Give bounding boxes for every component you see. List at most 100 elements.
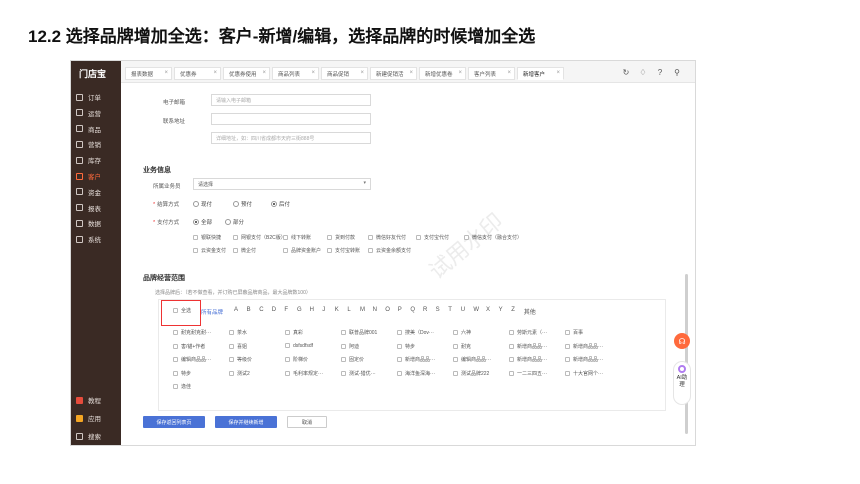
brand-checkbox[interactable]: 新增商品品··· — [509, 356, 547, 363]
payment-radio-1[interactable]: 部分 — [225, 218, 244, 226]
brand-checkbox[interactable]: 茶水 — [229, 329, 247, 336]
letter-filter[interactable]: P — [398, 307, 402, 313]
sidebar-item-5[interactable]: 客户 — [76, 169, 101, 183]
brand-checkbox[interactable]: 耐克耐克耐··· — [173, 329, 211, 336]
letter-filter[interactable]: A — [234, 307, 238, 313]
brand-checkbox[interactable]: 百事 — [565, 329, 583, 336]
letter-filter[interactable]: J — [322, 307, 325, 313]
brand-checkbox[interactable]: 测试2 — [229, 370, 250, 377]
brand-checkbox[interactable]: 真彩 — [285, 329, 303, 336]
settlement-radio-1[interactable]: 预付 — [233, 200, 252, 208]
letter-filter[interactable]: B — [247, 307, 251, 313]
brand-checkbox[interactable]: 一二三四五··· — [509, 370, 547, 377]
close-icon[interactable]: × — [164, 70, 168, 76]
brand-checkbox[interactable]: dsfsdfsdf — [285, 343, 313, 349]
sidebar-item-2[interactable]: 商品 — [76, 122, 101, 136]
settlement-radio-0[interactable]: 现付 — [193, 200, 212, 208]
sidebar-item-6[interactable]: 资金 — [76, 185, 101, 199]
brand-checkbox[interactable]: 特步 — [173, 370, 191, 377]
letter-filter[interactable]: O — [385, 307, 390, 313]
close-icon[interactable]: × — [458, 70, 462, 76]
brand-checkbox[interactable]: 逸佳 — [173, 383, 191, 390]
tab-3[interactable]: 商品列表 × — [272, 67, 319, 80]
tab-1[interactable]: 优惠券 × — [174, 67, 221, 80]
letter-filter[interactable]: C — [259, 307, 263, 313]
close-icon[interactable]: × — [311, 70, 315, 76]
ai-assistant-button[interactable]: AI助理 — [673, 361, 691, 405]
sidebar-item-0[interactable]: 订单 — [76, 90, 101, 104]
sidebar-item-9[interactable]: 系统 — [76, 232, 101, 246]
tab-4[interactable]: 商品促销 × — [321, 67, 368, 80]
brand-checkbox[interactable]: 编辑商品品··· — [453, 356, 491, 363]
payment-method-checkbox[interactable]: 微信好友代付 — [368, 234, 406, 241]
payment-method-checkbox[interactable]: 品牌资金账户 — [283, 247, 321, 254]
payment-method-checkbox[interactable]: 云资金支付 — [193, 247, 226, 254]
payment-method-checkbox[interactable]: 货到付款 — [327, 234, 355, 241]
brand-checkbox[interactable]: 新增商品品··· — [565, 356, 603, 363]
letter-filter[interactable]: L — [347, 307, 350, 313]
letter-filter[interactable]: Q — [410, 307, 415, 313]
sidebar-item-4[interactable]: 库存 — [76, 153, 101, 167]
address-detail-field[interactable]: 详细地址，如：四川省成都市天府三街888号 — [211, 132, 371, 144]
letter-filter[interactable]: 其他 — [524, 307, 536, 316]
brand-checkbox[interactable]: 测试品牌222 — [453, 370, 489, 377]
brand-checkbox[interactable]: 六神 — [453, 329, 471, 336]
letter-filter[interactable]: D — [272, 307, 276, 313]
sidebar-item-8[interactable]: 数据 — [76, 216, 101, 230]
bell-icon[interactable]: ♢ — [639, 69, 647, 77]
help-icon[interactable]: ? — [656, 69, 664, 77]
brand-checkbox[interactable]: 测试-猎优··· — [341, 370, 376, 377]
settlement-radio-2[interactable]: 后付 — [271, 200, 290, 208]
brand-checkbox[interactable]: 编辑商品品··· — [173, 356, 211, 363]
letter-filter[interactable]: R — [423, 307, 427, 313]
sidebar-item-3[interactable]: 营销 — [76, 137, 101, 151]
tab-2[interactable]: 优惠券使用 × — [223, 67, 270, 80]
brand-checkbox[interactable]: 劳斯元素（··· — [509, 329, 547, 336]
tab-7[interactable]: 客户列表 × — [468, 67, 515, 80]
brand-checkbox[interactable]: 联普品牌001 — [341, 329, 377, 336]
tab-0[interactable]: 报表数据 × — [125, 67, 172, 80]
brand-checkbox[interactable]: 新增商品品··· — [565, 343, 603, 350]
brand-checkbox[interactable]: 新增商品品··· — [397, 356, 435, 363]
email-field[interactable]: 请输入电子邮箱 — [211, 94, 371, 106]
brand-checkbox[interactable]: 等级价 — [229, 356, 252, 363]
letter-filter[interactable]: M — [360, 307, 365, 313]
letter-filter[interactable]: Y — [499, 307, 503, 313]
brand-checkbox[interactable]: 喜姐 — [229, 343, 247, 350]
letter-filter[interactable]: U — [461, 307, 465, 313]
brand-checkbox[interactable]: 阶梯价 — [285, 356, 308, 363]
payment-method-checkbox[interactable]: 微企付 — [233, 247, 256, 254]
letter-filter[interactable]: X — [486, 307, 490, 313]
letter-filter[interactable]: T — [448, 307, 452, 313]
close-icon[interactable]: × — [556, 70, 560, 76]
close-icon[interactable]: × — [360, 70, 364, 76]
payment-method-checkbox[interactable]: 云资金余额支付 — [368, 247, 411, 254]
letter-filter[interactable]: G — [297, 307, 302, 313]
brand-checkbox[interactable]: 害/锚+作者 — [173, 343, 205, 350]
brand-checkbox[interactable]: 搜美（Dov··· — [397, 329, 434, 336]
sidebar-item-7[interactable]: 报表 — [76, 201, 101, 215]
tab-5[interactable]: 新建促销活 × — [370, 67, 417, 80]
payment-method-checkbox[interactable]: 线下转账 — [283, 234, 311, 241]
sidebar-bottom-item-1[interactable]: 应用 — [76, 411, 101, 425]
salesman-select[interactable]: 请选择 ▾ — [193, 178, 371, 190]
brand-checkbox[interactable]: 海洋鱼深海··· — [397, 370, 435, 377]
sidebar-item-1[interactable]: 运营 — [76, 106, 101, 120]
payment-method-checkbox[interactable]: 银联快捷 — [193, 234, 221, 241]
close-icon[interactable]: × — [213, 70, 217, 76]
letter-filter[interactable]: S — [436, 307, 440, 313]
letter-filter[interactable]: H — [310, 307, 314, 313]
scrollbar[interactable] — [685, 274, 688, 434]
close-icon[interactable]: × — [262, 70, 266, 76]
brand-checkbox[interactable]: 新增商品品··· — [509, 343, 547, 350]
close-icon[interactable]: × — [409, 70, 413, 76]
tab-6[interactable]: 新增优惠卷 × — [419, 67, 466, 80]
sidebar-bottom-item-0[interactable]: 教程 — [76, 393, 101, 407]
letter-filter[interactable]: Z — [511, 307, 515, 313]
brand-checkbox[interactable]: 阿迪 — [341, 343, 359, 350]
brand-checkbox[interactable]: 十大官网个··· — [565, 370, 603, 377]
brand-checkbox[interactable]: 特步 — [397, 343, 415, 350]
brand-checkbox[interactable]: 耐克 — [453, 343, 471, 350]
refresh-icon[interactable]: ↻ — [622, 69, 630, 77]
letter-filter[interactable]: N — [373, 307, 377, 313]
